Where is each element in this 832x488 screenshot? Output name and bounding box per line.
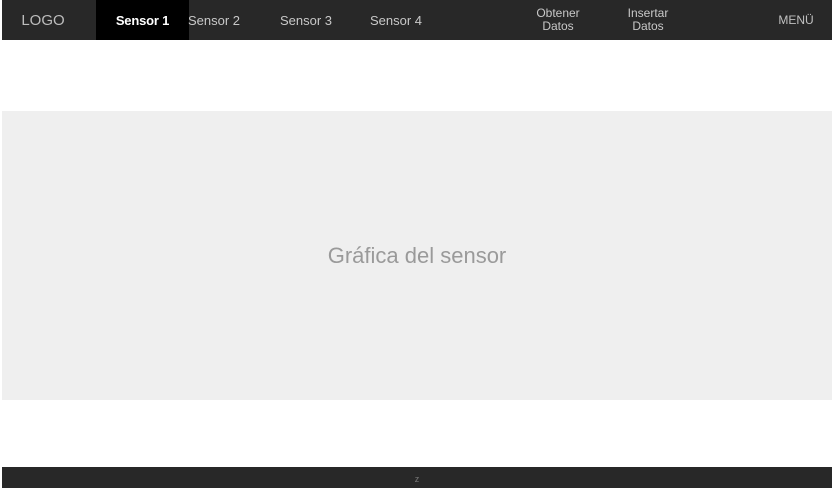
footer-text: z — [414, 473, 420, 484]
top-navigation-bar: LOGO Sensor 1 Sensor 2 Sensor 3 Sensor 4… — [2, 0, 832, 40]
logo[interactable]: LOGO — [2, 0, 84, 40]
insertar-datos-line2: Datos — [632, 19, 664, 33]
obtener-datos-line2: Datos — [542, 19, 574, 33]
sensor-chart-panel: Gráfica del sensor — [2, 111, 832, 400]
tab-sensor-4[interactable]: Sensor 4 — [366, 0, 426, 40]
insertar-datos-button[interactable]: Insertar Datos — [616, 0, 680, 40]
chart-placeholder-text: Gráfica del sensor — [327, 242, 507, 268]
tab-sensor-2[interactable]: Sensor 2 — [184, 0, 244, 40]
tab-sensor-1[interactable]: Sensor 1 — [96, 0, 189, 40]
obtener-datos-button[interactable]: Obtener Datos — [526, 0, 590, 40]
footer-bar: z — [2, 467, 832, 488]
menu-button[interactable]: MENÜ — [768, 0, 824, 40]
tab-sensor-3[interactable]: Sensor 3 — [276, 0, 336, 40]
